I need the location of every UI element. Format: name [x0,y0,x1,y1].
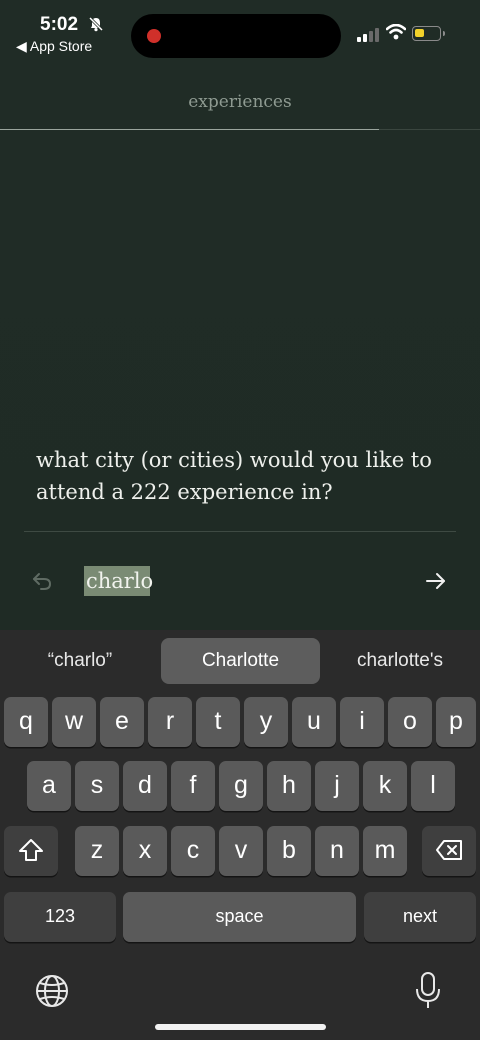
key-u[interactable]: u [292,697,336,747]
key-o[interactable]: o [388,697,432,747]
backspace-icon [436,840,462,860]
next-key[interactable]: next [364,892,476,942]
home-indicator [155,1024,326,1030]
numbers-key[interactable]: 123 [4,892,116,942]
key-p[interactable]: p [436,697,476,747]
key-g[interactable]: g [219,761,263,811]
wifi-icon [385,23,407,45]
status-bar: 5:02 ◀ App Store [0,0,480,62]
suggestion-literal[interactable]: “charlo” [0,638,160,684]
suggestion-charlottes[interactable]: charlotte's [320,638,480,684]
key-b[interactable]: b [267,826,311,876]
key-m[interactable]: m [363,826,407,876]
key-e[interactable]: e [100,697,144,747]
progress-bar [0,129,380,130]
delete-key[interactable] [422,826,476,876]
space-key[interactable]: space [123,892,356,942]
divider [24,531,456,532]
key-l[interactable]: l [411,761,455,811]
key-t[interactable]: t [196,697,240,747]
globe-icon[interactable] [34,973,70,1014]
key-x[interactable]: x [123,826,167,876]
shift-icon [19,839,43,861]
key-f[interactable]: f [171,761,215,811]
key-z[interactable]: z [75,826,119,876]
status-time: 5:02 [40,14,79,35]
key-a[interactable]: a [27,761,71,811]
key-w[interactable]: w [52,697,96,747]
cellular-signal-icon [357,28,379,47]
submit-arrow-button[interactable] [424,570,448,597]
key-y[interactable]: y [244,697,288,747]
key-h[interactable]: h [267,761,311,811]
silent-bell-icon [88,16,104,37]
suggestion-charlotte[interactable]: Charlotte [161,638,320,684]
key-c[interactable]: c [171,826,215,876]
dynamic-island [131,14,341,58]
back-to-app-store-link[interactable]: ◀ App Store [16,38,92,55]
key-i[interactable]: i [340,697,384,747]
answer-input-value: charlo [86,569,154,593]
answer-input[interactable]: charlo [84,566,154,596]
key-s[interactable]: s [75,761,119,811]
key-n[interactable]: n [315,826,359,876]
recording-indicator-icon [147,29,161,43]
key-v[interactable]: v [219,826,263,876]
question-text: what city (or cities) would you like to … [36,448,432,504]
page-title: experiences [188,92,292,112]
key-k[interactable]: k [363,761,407,811]
key-q[interactable]: q [4,697,48,747]
key-r[interactable]: r [148,697,192,747]
microphone-icon[interactable] [414,971,442,1016]
key-d[interactable]: d [123,761,167,811]
key-j[interactable]: j [315,761,359,811]
shift-key[interactable] [4,826,58,876]
keyboard: “charlo” Charlotte charlotte's q w e r t… [0,630,480,1040]
undo-icon[interactable] [31,570,53,597]
battery-icon [412,26,445,41]
